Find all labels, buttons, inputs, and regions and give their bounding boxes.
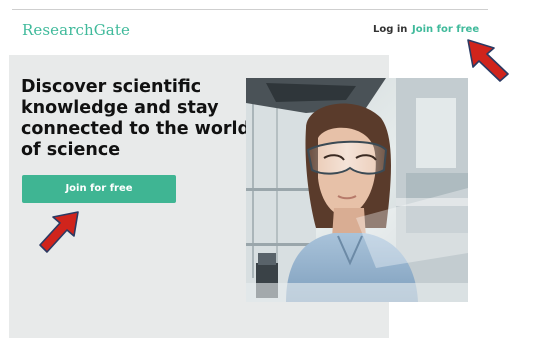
hero-title-line: knowledge and stay (21, 98, 219, 118)
red-arrow-icon (39, 211, 79, 253)
scientist-photo (246, 78, 468, 302)
researchgate-logo[interactable]: ResearchGate (22, 21, 130, 39)
page: ResearchGate Log in Join for free Discov… (0, 0, 557, 339)
site-header: ResearchGate Log in Join for free (10, 10, 488, 52)
login-link[interactable]: Log in (373, 24, 407, 35)
hero-title: Discover scientific knowledge and stay c… (21, 77, 251, 161)
hero-title-line: connected to the world (21, 119, 251, 139)
red-arrow-icon (467, 39, 509, 82)
scientist-illustration (246, 78, 468, 302)
join-for-free-link[interactable]: Join for free (412, 24, 479, 35)
join-for-free-button[interactable]: Join for free (22, 175, 176, 203)
hero-title-line: Discover scientific (21, 77, 202, 97)
hero-title-line: of science (21, 140, 121, 160)
